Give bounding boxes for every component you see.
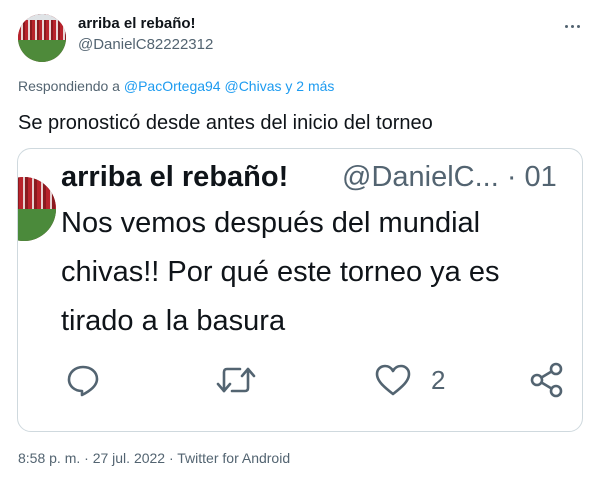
screenshot-avatar-pitch: [18, 209, 56, 241]
retweet-icon: [216, 367, 256, 393]
share-icon: [530, 362, 563, 398]
more-dot-icon: [576, 24, 580, 28]
replying-to: Respondiendo a @PacOrtega94 @Chivas y 2 …: [18, 78, 334, 94]
more-dot-icon: [570, 24, 574, 28]
like-icon: [375, 364, 411, 396]
author-handle[interactable]: @DanielC82222312: [78, 36, 213, 53]
screenshot-author-name: arriba el rebaño!: [61, 161, 289, 193]
tweet-text: Se pronosticó desde antes del inicio del…: [18, 112, 433, 134]
author-name[interactable]: arriba el rebaño!: [78, 15, 196, 32]
reply-icon: [67, 365, 99, 397]
mention-link[interactable]: @Chivas: [224, 78, 281, 94]
author-avatar[interactable]: [18, 14, 66, 62]
like-count: 2: [431, 365, 446, 395]
avatar-roof: [18, 14, 66, 20]
screenshot-tweet-text: Nos vemos después del mundial chivas!! P…: [61, 207, 500, 337]
tweet-image[interactable]: arriba el rebaño! @DanielC... · 01 Nos v…: [17, 148, 583, 432]
replying-to-prefix: Respondiendo a: [18, 78, 120, 94]
tweet-metadata[interactable]: 8:58 p. m. · 27 jul. 2022 · Twitter for …: [18, 450, 290, 466]
more-options-button[interactable]: [560, 16, 584, 36]
screenshot-author-handle: @DanielC... · 01: [342, 161, 557, 193]
more-dot-icon: [564, 24, 568, 28]
avatar-pitch: [18, 40, 66, 62]
screenshot-avatar-stands: [18, 177, 56, 209]
mention-link[interactable]: @PacOrtega94: [124, 78, 221, 94]
screenshot-avatar: [18, 177, 56, 241]
mention-conjunction: y: [285, 78, 293, 94]
more-mentions-link[interactable]: 2 más: [296, 78, 334, 94]
